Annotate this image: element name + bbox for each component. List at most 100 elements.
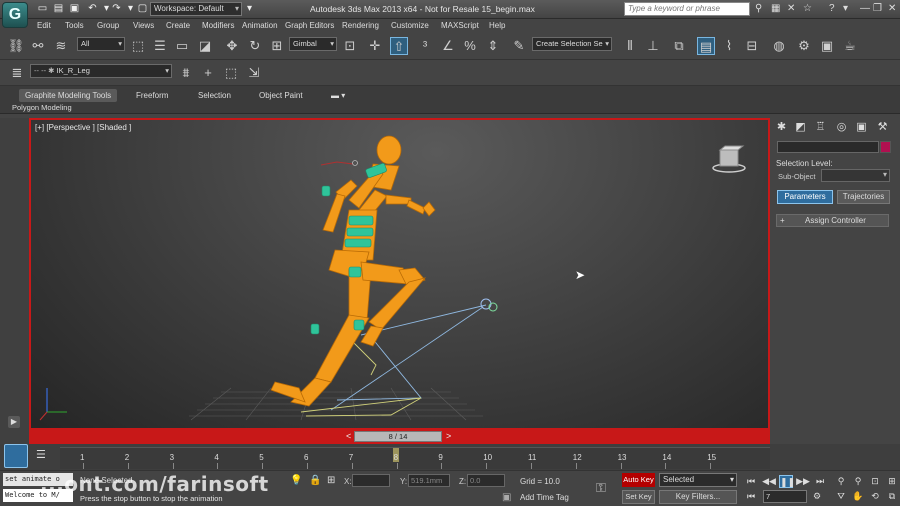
link-icon[interactable]: ⛓ [7, 37, 25, 55]
auto-key-button[interactable]: Auto Key [622, 473, 655, 487]
layer-icon[interactable]: ≣ [8, 64, 26, 82]
orbit-icon[interactable]: ⟲ [868, 490, 882, 503]
menu-edit[interactable]: Edit [37, 21, 51, 30]
bind-space-warp-icon[interactable]: ≋ [52, 37, 70, 55]
select-by-name-icon[interactable]: ☰ [151, 37, 169, 55]
undo-icon[interactable]: ↶ [86, 3, 99, 15]
zoom-all-icon[interactable]: ⚲ [851, 475, 865, 488]
maximize-icon[interactable]: ❐ [873, 3, 882, 14]
communication-icon[interactable]: ✕ [787, 3, 795, 14]
menu-tools[interactable]: Tools [65, 21, 84, 30]
scale-icon[interactable]: ⊞ [268, 37, 286, 55]
zoom-icon[interactable]: ⚲ [834, 475, 848, 488]
selection-lock-icon[interactable]: 🔒 [309, 475, 321, 486]
set-current-layer-icon[interactable]: ⇲ [245, 64, 263, 82]
tab-graphite-modeling-tools[interactable]: Graphite Modeling Tools [19, 89, 118, 102]
graphite-toggle-icon[interactable]: ▤ [697, 37, 715, 55]
isolate-selection-icon[interactable]: 💡 [290, 475, 302, 486]
menu-views[interactable]: Views [133, 21, 154, 30]
trajectories-button[interactable]: Trajectories [837, 190, 890, 204]
open-file-icon[interactable]: ▤ [52, 3, 65, 15]
named-selection-dropdown[interactable]: Create Selection Se ▾ [532, 37, 612, 51]
percent-snap-icon[interactable]: % [461, 37, 479, 55]
next-frame-arrow-icon[interactable]: > [446, 431, 451, 441]
menu-help[interactable]: Help [489, 21, 505, 30]
rectangle-selection-icon[interactable]: ▭ [173, 37, 191, 55]
menu-animation[interactable]: Animation [242, 21, 278, 30]
go-to-end-icon[interactable]: ⏭ [813, 475, 827, 488]
stop-icon[interactable]: ❚❚ [779, 475, 795, 488]
current-frame-input[interactable]: 7 [763, 490, 807, 503]
pivot-center-icon[interactable]: ⊡ [341, 37, 359, 55]
binoculars-icon[interactable]: ⚲ [755, 3, 762, 14]
angle-snap-icon[interactable]: ∠ [439, 37, 457, 55]
rotate-icon[interactable]: ↻ [246, 37, 264, 55]
hierarchy-panel-icon[interactable]: ♖ [813, 120, 828, 135]
quick-access-menu-icon[interactable]: ▾ [243, 3, 256, 15]
zoom-extents-icon[interactable]: ⊡ [868, 475, 882, 488]
z-coord-input[interactable]: 0.0 [467, 474, 505, 487]
workspace-dropdown[interactable]: Workspace: Default ▾ [150, 2, 242, 16]
project-folder-icon[interactable]: ▢ [136, 3, 149, 15]
schematic-view-icon[interactable]: ⊟ [743, 37, 761, 55]
menu-rendering[interactable]: Rendering [342, 21, 379, 30]
modify-panel-icon[interactable]: ◩ [793, 120, 808, 135]
ribbon-options-icon[interactable]: ▬ ▾ [325, 89, 351, 102]
unlink-icon[interactable]: ⚯ [29, 37, 47, 55]
select-manipulate-icon[interactable]: ✛ [366, 37, 384, 55]
go-to-start-icon[interactable]: ⏮ [744, 475, 758, 488]
app-logo-button[interactable]: G [2, 2, 28, 28]
key-filters-button[interactable]: Key Filters... [659, 490, 737, 504]
pan-view-icon[interactable]: ✋ [851, 490, 865, 503]
render-setup-icon[interactable]: ⚙ [795, 37, 813, 55]
layer-manager-icon[interactable]: ⧉ [670, 37, 688, 55]
field-of-view-icon[interactable]: ⛛ [834, 490, 848, 503]
viewcube-icon[interactable] [712, 144, 746, 174]
menu-graph-editors[interactable]: Graph Editors [285, 21, 334, 30]
add-time-tag-button[interactable]: Add Time Tag [520, 493, 569, 502]
spinner-snap-icon[interactable]: ⇕ [484, 37, 502, 55]
reference-coordinate-dropdown[interactable]: Gimbal ▾ [289, 37, 337, 51]
window-crossing-icon[interactable]: ◪ [196, 37, 214, 55]
material-editor-icon[interactable]: ◍ [770, 37, 788, 55]
time-slider[interactable]: 8 / 14 [354, 431, 442, 442]
display-panel-icon[interactable]: ▣ [854, 120, 869, 135]
filter-icon[interactable]: ☰ [36, 448, 46, 461]
tab-object-paint[interactable]: Object Paint [253, 89, 309, 102]
selection-filter-dropdown[interactable]: All ▾ [77, 37, 125, 51]
object-name-field[interactable] [777, 141, 879, 153]
time-configuration-icon[interactable]: ⚙ [810, 490, 824, 503]
motion-panel-icon[interactable]: ◎ [834, 120, 849, 135]
set-keys-icon[interactable]: ⚿ [596, 480, 606, 496]
tab-freeform[interactable]: Freeform [130, 89, 174, 102]
utilities-panel-icon[interactable]: ⚒ [875, 120, 890, 135]
help-icon[interactable]: ? [829, 3, 835, 14]
render-production-icon[interactable]: ☕ [841, 37, 859, 55]
tab-selection[interactable]: Selection [192, 89, 237, 102]
star-icon[interactable]: ☆ [803, 3, 812, 14]
key-mode-dropdown[interactable]: Selected ▾ [659, 473, 737, 487]
play-preview-icon[interactable]: ▶ [8, 416, 20, 428]
save-icon[interactable]: ▣ [68, 3, 81, 15]
current-layer-dropdown[interactable]: -- -- ✱ IK_R_Leg ▾ [30, 64, 172, 78]
polygon-modeling-label[interactable]: Polygon Modeling [12, 103, 72, 112]
x-coord-input[interactable] [352, 474, 390, 487]
menu-create[interactable]: Create [166, 21, 190, 30]
assign-controller-rollout[interactable]: + Assign Controller [776, 214, 889, 227]
absolute-mode-icon[interactable]: ⊞ [327, 475, 335, 486]
create-new-layer-icon[interactable]: ⩩ [177, 64, 195, 82]
key-mode-toggle-icon[interactable]: ⏮ [744, 490, 758, 503]
align-icon[interactable]: ⊥ [644, 37, 662, 55]
menu-customize[interactable]: Customize [391, 21, 429, 30]
search-input[interactable]: Type a keyword or phrase [624, 2, 750, 16]
select-objects-in-layer-icon[interactable]: ⬚ [222, 64, 240, 82]
curve-editor-icon[interactable]: ⌇ [720, 37, 738, 55]
previous-frame-icon[interactable]: ◀◀ [762, 475, 776, 488]
time-tag-icon[interactable]: ▣ [502, 492, 511, 503]
open-mini-curve-editor-button[interactable] [4, 444, 28, 468]
prev-frame-arrow-icon[interactable]: < [346, 431, 351, 441]
rendered-frame-window-icon[interactable]: ▣ [818, 37, 836, 55]
set-key-button[interactable]: Set Key [622, 490, 655, 504]
select-object-icon[interactable]: ⬚ [129, 37, 147, 55]
menu-maxscript[interactable]: MAXScript [441, 21, 479, 30]
